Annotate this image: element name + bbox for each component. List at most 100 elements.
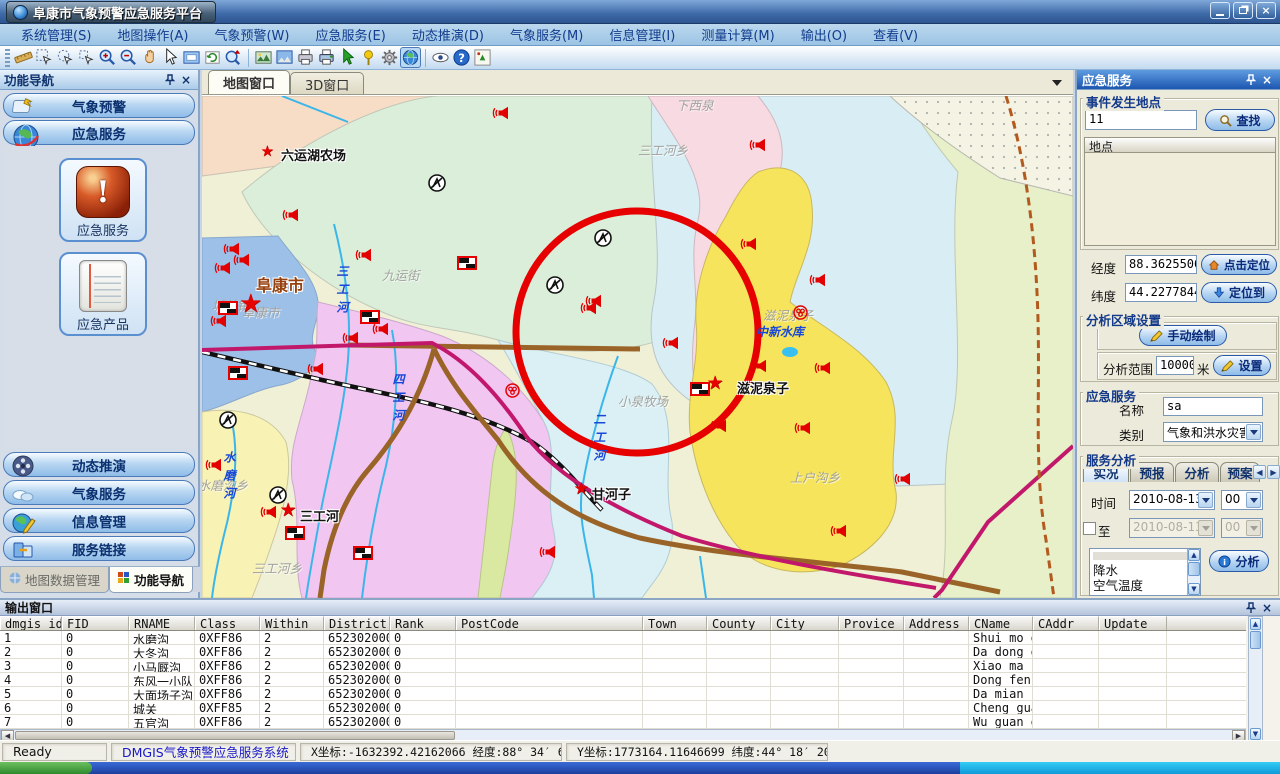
column-header-Provice[interactable]: Provice <box>839 616 904 630</box>
print-icon[interactable] <box>295 47 316 68</box>
alarm-speaker-icon[interactable] <box>260 504 277 523</box>
scrollbar-thumb[interactable] <box>1188 562 1200 576</box>
latitude-input[interactable]: 44.22778446 <box>1125 283 1197 302</box>
signal-flag-icon[interactable] <box>360 310 380 324</box>
signal-flag-icon[interactable] <box>218 301 238 315</box>
zoom-out-icon[interactable] <box>118 47 139 68</box>
alarm-speaker-icon[interactable] <box>749 137 766 156</box>
column-header-dmgis_id[interactable]: dmgis_id <box>0 616 62 630</box>
tab-scroll-right-icon[interactable]: ▶ <box>1267 465 1280 479</box>
service-type-select[interactable]: 气象和洪水灾害 <box>1163 422 1263 442</box>
select-rect-icon[interactable] <box>34 47 55 68</box>
alarm-speaker-icon[interactable] <box>342 330 359 349</box>
station-sign-icon[interactable] <box>594 229 612 251</box>
scroll-up-icon[interactable]: ▲ <box>1250 618 1261 630</box>
pointer-icon[interactable] <box>160 47 181 68</box>
column-header-Rank[interactable]: Rank <box>390 616 456 630</box>
signal-flag-icon[interactable] <box>228 366 248 380</box>
select-free-icon[interactable] <box>55 47 76 68</box>
close-button[interactable]: × <box>1256 2 1276 19</box>
chevron-down-icon[interactable] <box>1246 492 1261 508</box>
table-row[interactable]: 20大冬沟0XFF8626523020000Da dong gou <box>0 645 1246 659</box>
locate-to-button[interactable]: 定位到 <box>1201 282 1277 303</box>
alarm-speaker-icon[interactable] <box>233 252 250 271</box>
output-vscrollbar[interactable]: ▲ ▼ <box>1248 616 1263 742</box>
help-icon[interactable]: ? <box>451 47 472 68</box>
alarm-speaker-icon[interactable] <box>710 418 727 437</box>
scrollbar-thumb[interactable] <box>15 731 455 740</box>
refresh-icon[interactable] <box>202 47 223 68</box>
alarm-speaker-icon[interactable] <box>794 420 811 439</box>
pin-icon[interactable] <box>162 73 178 87</box>
table-row[interactable]: 10水磨沟0XFF8626523020000Shui mo gou <box>0 631 1246 645</box>
analysis-range-input[interactable]: 10000 <box>1156 356 1194 375</box>
alarm-speaker-icon[interactable] <box>355 247 372 266</box>
table-row[interactable]: 30小马厩沟0XFF8626523020000Xiao ma ... <box>0 659 1246 673</box>
alarm-speaker-icon[interactable] <box>585 293 602 312</box>
alarm-speaker-icon[interactable] <box>814 360 831 379</box>
signal-flag-icon[interactable] <box>457 256 477 270</box>
full-extent-icon[interactable] <box>181 47 202 68</box>
to-date-checkbox[interactable] <box>1083 522 1096 535</box>
menu-item-info-management[interactable]: 信息管理(I) <box>596 23 688 46</box>
tab-list-dropdown-icon[interactable] <box>1049 76 1065 90</box>
tab-scroll-left-icon[interactable]: ◀ <box>1253 465 1266 479</box>
location-search-input[interactable]: 11 <box>1085 110 1197 130</box>
column-header-PostCode[interactable]: PostCode <box>456 616 643 630</box>
station-sign-icon[interactable] <box>269 486 287 508</box>
image-icon[interactable] <box>274 47 295 68</box>
alarm-speaker-icon[interactable] <box>282 207 299 226</box>
place-list[interactable] <box>1084 153 1276 246</box>
scroll-up-icon[interactable]: ▲ <box>1188 549 1200 561</box>
column-header-Class[interactable]: Class <box>195 616 260 630</box>
alarm-speaker-icon[interactable] <box>214 260 231 279</box>
listbox-scrollbar[interactable]: ▲ ▼ <box>1187 549 1200 595</box>
sidebar-group-服务链接[interactable]: 服务链接 <box>3 536 195 561</box>
alarm-speaker-icon[interactable] <box>740 236 757 255</box>
alarm-speaker-icon[interactable] <box>830 523 847 542</box>
alarm-speaker-icon[interactable] <box>662 335 679 354</box>
menu-item-view[interactable]: 查看(V) <box>860 23 931 46</box>
search-button[interactable]: 查找 <box>1205 109 1275 131</box>
signal-flag-icon[interactable] <box>285 526 305 540</box>
alarm-speaker-icon[interactable] <box>492 105 509 124</box>
chevron-down-icon[interactable] <box>1198 492 1213 508</box>
date-to-select[interactable]: 2010-08-13 <box>1129 518 1215 538</box>
mine-symbol-icon[interactable] <box>793 305 808 324</box>
eye-icon[interactable] <box>430 47 451 68</box>
sidebar-group-应急服务[interactable]: 应急服务 <box>3 120 195 145</box>
column-header-CName[interactable]: CName <box>969 616 1033 630</box>
column-header-FID[interactable]: FID <box>62 616 129 630</box>
gear-icon[interactable] <box>379 47 400 68</box>
print-color-icon[interactable] <box>316 47 337 68</box>
menu-item-map-operations[interactable]: 地图操作(A) <box>104 23 201 46</box>
alarm-speaker-icon[interactable] <box>894 471 911 490</box>
map-tab-3D窗口[interactable]: 3D窗口 <box>290 72 364 94</box>
zoom-scale-icon[interactable] <box>223 47 244 68</box>
set-range-button[interactable]: 设置 <box>1213 355 1271 376</box>
map-canvas[interactable]: 六运湖农场滋泥泉子甘河子三工河阜康市三工河乡下西泉九运街城关镇阜康市小泉牧场上户… <box>202 95 1073 598</box>
menu-item-weather-warning[interactable]: 气象预警(W) <box>201 23 302 46</box>
alarm-speaker-icon[interactable] <box>809 272 826 291</box>
list-item[interactable]: 空气温度 <box>1090 578 1200 593</box>
table-row[interactable]: 40东风一小队0XFF8626523020000Dong fen... <box>0 673 1246 687</box>
place-list-header[interactable]: 地点 <box>1084 137 1276 153</box>
mine-symbol-icon[interactable] <box>505 383 520 402</box>
placemark-icon[interactable] <box>358 47 379 68</box>
alarm-speaker-icon[interactable] <box>223 241 240 260</box>
alarm-speaker-icon[interactable] <box>210 313 227 332</box>
hour-select[interactable]: 00 <box>1221 490 1263 510</box>
menu-item-measure-calc[interactable]: 测量计算(M) <box>688 23 787 46</box>
globe-icon[interactable] <box>400 47 421 68</box>
column-header-City[interactable]: City <box>771 616 839 630</box>
locate-arrow-icon[interactable] <box>337 47 358 68</box>
column-header-Within[interactable]: Within <box>260 616 324 630</box>
scrollbar-thumb[interactable] <box>1250 631 1261 649</box>
menu-item-weather-service[interactable]: 气象服务(M) <box>497 23 596 46</box>
column-header-Update[interactable]: Update <box>1099 616 1167 630</box>
longitude-input[interactable]: 88.36255061 <box>1125 255 1197 274</box>
left-panel-tab-地图数据管理[interactable]: 地图数据管理 <box>0 567 109 593</box>
sidebar-group-信息管理[interactable]: 信息管理 <box>3 508 195 533</box>
scroll-down-icon[interactable]: ▼ <box>1250 728 1261 740</box>
station-sign-icon[interactable] <box>428 174 446 196</box>
